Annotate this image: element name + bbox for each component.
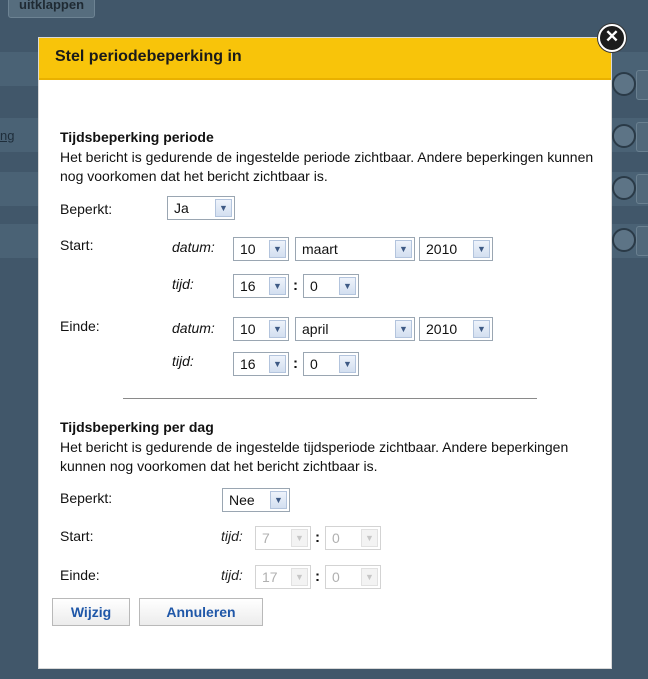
period-start-hour-select[interactable]: 16 ▼	[233, 274, 289, 298]
period-end-month-select[interactable]: april ▼	[295, 317, 415, 341]
chevron-down-icon: ▼	[395, 320, 412, 338]
chevron-down-icon: ▼	[339, 277, 356, 295]
chevron-down-icon: ▼	[291, 529, 308, 547]
chevron-down-icon: ▼	[269, 355, 286, 373]
background-circle-icon	[612, 176, 636, 200]
period-start-label: Start:	[60, 237, 94, 253]
time-separator: :	[293, 277, 298, 294]
time-separator: :	[315, 529, 320, 546]
background-circle-icon	[612, 228, 636, 252]
dialog-title: Stel periodebeperking in	[55, 48, 242, 65]
chevron-down-icon: ▼	[215, 199, 232, 217]
chevron-down-icon: ▼	[361, 529, 378, 547]
dialog-header: Stel periodebeperking in	[39, 38, 611, 80]
period-start-year-select[interactable]: 2010 ▼	[419, 237, 493, 261]
chevron-down-icon: ▼	[473, 240, 490, 258]
apply-button[interactable]: Wijzig	[52, 598, 130, 626]
period-end-hour-select[interactable]: 16 ▼	[233, 352, 289, 376]
background-expand-button: uitklappen	[8, 0, 96, 18]
chevron-down-icon: ▼	[269, 277, 286, 295]
background-edge-control	[636, 122, 648, 152]
daily-start-minute-select: 0 ▼	[325, 526, 381, 550]
period-start-time-label: tijd:	[172, 276, 194, 292]
daily-restricted-select[interactable]: Nee ▼	[222, 488, 290, 512]
chevron-down-icon: ▼	[291, 568, 308, 586]
period-end-day-select[interactable]: 10 ▼	[233, 317, 289, 341]
period-end-minute-select[interactable]: 0 ▼	[303, 352, 359, 376]
daily-description: Het bericht is gedurende de ingestelde t…	[60, 439, 569, 474]
period-start-month-select[interactable]: maart ▼	[295, 237, 415, 261]
time-separator: :	[293, 355, 298, 372]
daily-end-hour-select: 17 ▼	[255, 565, 311, 589]
period-start-date-label: datum:	[172, 239, 215, 255]
period-section-title: Tijdsbeperking periode	[60, 129, 214, 145]
period-end-label: Einde:	[60, 318, 100, 334]
chevron-down-icon: ▼	[270, 491, 287, 509]
chevron-down-icon: ▼	[339, 355, 356, 373]
period-restriction-dialog: Stel periodebeperking in Tijdsbeperking …	[38, 37, 612, 669]
daily-end-minute-select: 0 ▼	[325, 565, 381, 589]
background-edge-control	[636, 70, 648, 100]
cancel-button[interactable]: Annuleren	[139, 598, 263, 626]
daily-end-time-label: tijd:	[221, 567, 243, 583]
time-separator: :	[315, 568, 320, 585]
background-circle-icon	[612, 124, 636, 148]
chevron-down-icon: ▼	[361, 568, 378, 586]
period-end-date-label: datum:	[172, 320, 215, 336]
chevron-down-icon: ▼	[269, 240, 286, 258]
daily-start-hour-select: 7 ▼	[255, 526, 311, 550]
background-edge-control	[636, 174, 648, 204]
period-description: Het bericht is gedurende de ingestelde p…	[60, 149, 594, 184]
background-edge-control	[636, 226, 648, 256]
chevron-down-icon: ▼	[473, 320, 490, 338]
close-icon[interactable]: ✕	[598, 24, 626, 52]
period-end-year-select[interactable]: 2010 ▼	[419, 317, 493, 341]
chevron-down-icon: ▼	[269, 320, 286, 338]
period-start-minute-select[interactable]: 0 ▼	[303, 274, 359, 298]
period-end-time-label: tijd:	[172, 353, 194, 369]
background-circle-icon	[612, 72, 636, 96]
daily-start-time-label: tijd:	[221, 528, 243, 544]
section-divider	[123, 398, 537, 399]
period-start-day-select[interactable]: 10 ▼	[233, 237, 289, 261]
background-link: ng	[0, 128, 15, 143]
chevron-down-icon: ▼	[395, 240, 412, 258]
daily-restricted-label: Beperkt:	[60, 490, 113, 506]
daily-end-label: Einde:	[60, 567, 100, 583]
period-restricted-select[interactable]: Ja ▼	[167, 196, 235, 220]
daily-section-title: Tijdsbeperking per dag	[60, 419, 214, 435]
daily-start-label: Start:	[60, 528, 94, 544]
period-restricted-label: Beperkt:	[60, 201, 113, 217]
